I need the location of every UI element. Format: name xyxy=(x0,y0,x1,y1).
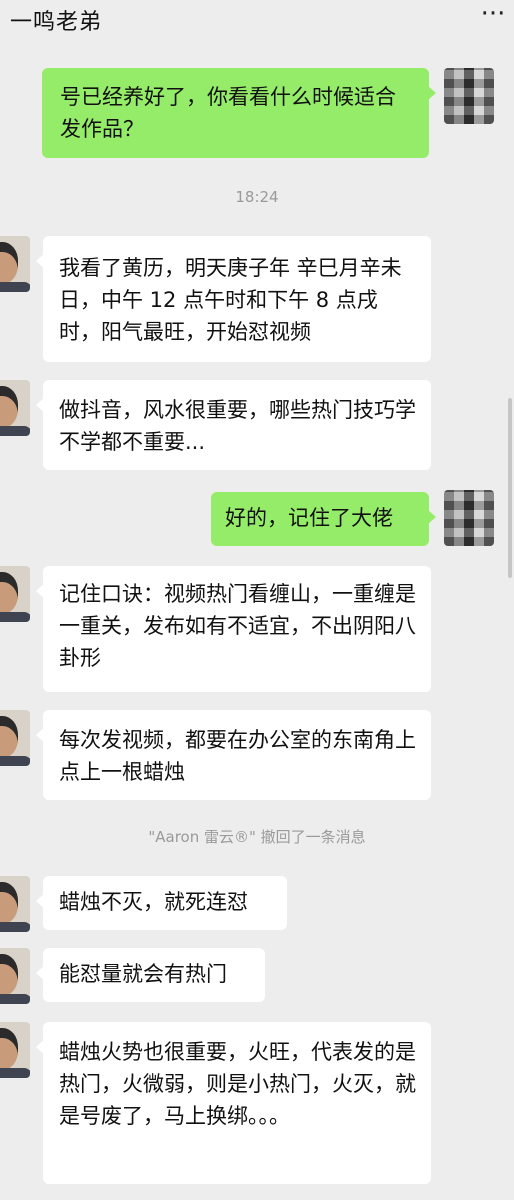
message-bubble-incoming[interactable]: 每次发视频，都要在办公室的东南角上点上一根蜡烛 xyxy=(36,710,431,800)
message-text: 能怼量就会有热门 xyxy=(59,962,227,986)
recall-notice: "Aaron 雷云®" 撤回了一条消息 xyxy=(148,828,366,846)
message-bubble-incoming[interactable]: 能怼量就会有热门 xyxy=(36,948,265,1002)
message-bubble-incoming[interactable]: 我看了黄历，明天庚子年 辛巳月辛未日，中午 12 点午时和下午 8 点戌时，阳气… xyxy=(36,236,431,362)
message-text: 我看了黄历，明天庚子年 辛巳月辛未日，中午 12 点午时和下午 8 点戌时，阳气… xyxy=(59,256,402,344)
message-text: 记住口诀：视频热门看缠山，一重缠是一重关，发布如有不适宜，不出阴阳八卦形 xyxy=(59,582,416,670)
contact-avatar[interactable] xyxy=(0,566,30,622)
contact-avatar[interactable] xyxy=(0,876,30,932)
timestamp: 18:24 xyxy=(235,188,279,206)
chat-header: 一鸣老弟 ··· xyxy=(0,0,514,42)
contact-avatar[interactable] xyxy=(0,380,30,436)
my-avatar[interactable] xyxy=(444,68,494,124)
scrollbar[interactable] xyxy=(508,398,512,578)
chat-title: 一鸣老弟 xyxy=(10,10,103,35)
message-bubble-outgoing[interactable]: 号已经养好了，你看看什么时候适合发作品？ xyxy=(42,68,436,158)
message-text: 号已经养好了，你看看什么时候适合发作品？ xyxy=(60,85,396,141)
message-text: 蜡烛不灭，就死连怼 xyxy=(59,890,248,914)
message-text: 好的，记住了大佬 xyxy=(225,506,393,530)
more-dots-icon[interactable]: ··· xyxy=(481,1,506,27)
message-text: 蜡烛火势也很重要，火旺，代表发的是热门，火微弱，则是小热门，火灭，就是号废了，马… xyxy=(59,1040,416,1128)
contact-avatar[interactable] xyxy=(0,236,30,292)
message-text: 每次发视频，都要在办公室的东南角上点上一根蜡烛 xyxy=(59,728,416,784)
message-bubble-outgoing[interactable]: 好的，记住了大佬 xyxy=(211,492,436,546)
contact-avatar[interactable] xyxy=(0,948,30,1004)
contact-avatar[interactable] xyxy=(0,1022,30,1078)
contact-avatar[interactable] xyxy=(0,710,30,766)
message-bubble-incoming[interactable]: 记住口诀：视频热门看缠山，一重缠是一重关，发布如有不适宜，不出阴阳八卦形 xyxy=(36,566,431,692)
message-text: 做抖音，风水很重要，哪些热门技巧学不学都不重要... xyxy=(59,398,416,454)
my-avatar[interactable] xyxy=(444,490,494,546)
message-bubble-incoming[interactable]: 蜡烛火势也很重要，火旺，代表发的是热门，火微弱，则是小热门，火灭，就是号废了，马… xyxy=(36,1022,431,1184)
message-bubble-incoming[interactable]: 蜡烛不灭，就死连怼 xyxy=(36,876,287,930)
message-bubble-incoming[interactable]: 做抖音，风水很重要，哪些热门技巧学不学都不重要... xyxy=(36,380,431,470)
